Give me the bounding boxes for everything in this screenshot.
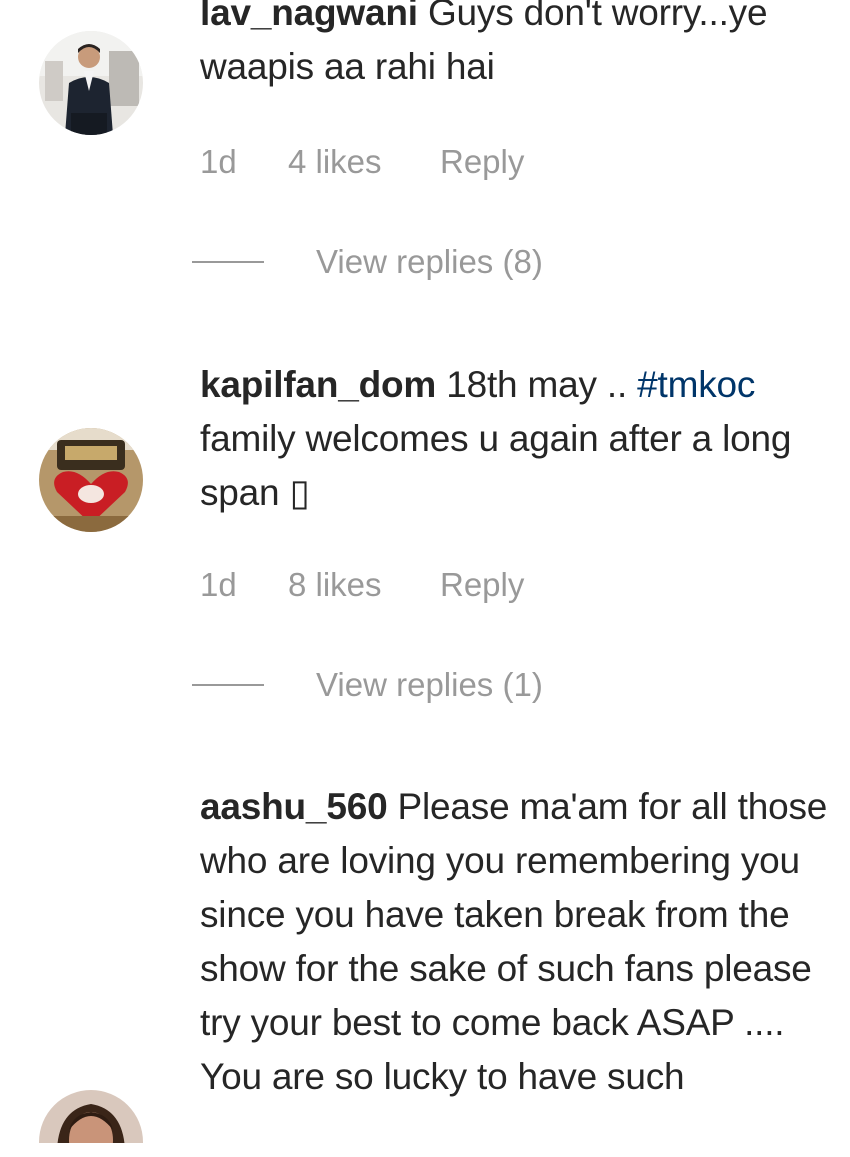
reply-button[interactable]: Reply bbox=[440, 143, 524, 181]
comment-likes[interactable]: 8 likes bbox=[288, 566, 440, 604]
avatar[interactable] bbox=[39, 428, 143, 532]
comment-text: aashu_560 Please ma'am for all those who… bbox=[200, 780, 830, 1104]
comment-body: aashu_560 Please ma'am for all those who… bbox=[200, 780, 830, 1104]
comment-time[interactable]: 1d bbox=[200, 566, 288, 604]
replies-divider bbox=[192, 684, 264, 686]
hashtag-link[interactable]: #tmkoc bbox=[637, 364, 755, 405]
comment-username[interactable]: lav_nagwani bbox=[200, 0, 418, 33]
comment-username[interactable]: kapilfan_dom bbox=[200, 364, 436, 405]
view-replies-label: View replies (1) bbox=[316, 666, 543, 703]
comment-meta: 1d 4 likes Reply bbox=[200, 143, 524, 181]
comment-message-end: family welcomes u again after a long spa… bbox=[200, 418, 792, 513]
comments-list: lav_nagwani Guys don't worry...ye waapis… bbox=[0, 0, 850, 1143]
avatar-man-icon bbox=[39, 31, 143, 135]
view-replies-label: View replies (8) bbox=[316, 243, 543, 280]
avatar-heart-cake-icon bbox=[39, 428, 143, 532]
view-replies-button[interactable]: View replies (1) bbox=[192, 665, 543, 705]
comment-meta: 1d 8 likes Reply bbox=[200, 566, 524, 604]
comment-body: kapilfan_dom 18th may .. #tmkoc family w… bbox=[200, 358, 830, 520]
comment-text: kapilfan_dom 18th may .. #tmkoc family w… bbox=[200, 358, 830, 520]
replies-divider bbox=[192, 261, 264, 263]
avatar[interactable] bbox=[39, 1090, 143, 1143]
comment-time[interactable]: 1d bbox=[200, 143, 288, 181]
view-replies-button[interactable]: View replies (8) bbox=[192, 242, 543, 282]
comment-text: lav_nagwani Guys don't worry...ye waapis… bbox=[200, 0, 830, 94]
reply-button[interactable]: Reply bbox=[440, 566, 524, 604]
comment-username[interactable]: aashu_560 bbox=[200, 786, 388, 827]
comment-likes[interactable]: 4 likes bbox=[288, 143, 440, 181]
comment-message-start: 18th may .. bbox=[446, 364, 628, 405]
comment-body: lav_nagwani Guys don't worry...ye waapis… bbox=[200, 0, 830, 94]
avatar-woman-icon bbox=[39, 1090, 143, 1143]
comment-message: Please ma'am for all those who are lovin… bbox=[200, 786, 828, 1097]
avatar[interactable] bbox=[39, 31, 143, 135]
